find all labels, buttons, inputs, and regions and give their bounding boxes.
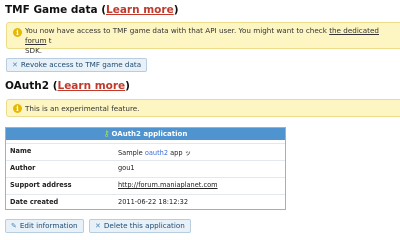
row-label: Author [10, 164, 36, 172]
revoke-button-label: Revoke access to TMF game data [20, 60, 142, 69]
oauth-title-text: OAuth2 ( [5, 80, 58, 92]
app-row-author: Author gou1 [6, 160, 285, 175]
app-row-date-created: Date created 2011-06-22 18:12:32 [6, 194, 285, 209]
panel-header-title: OAuth2 application [111, 130, 188, 138]
row-label: Date created [10, 198, 59, 206]
delete-button-label: Delete this application [103, 221, 185, 230]
panel-header: ⚷ OAuth2 application [6, 128, 285, 140]
row-value: http://forum.maniaplanet.com [118, 181, 218, 189]
oauth-section-title: OAuth2 (Learn more) [5, 80, 130, 92]
pencil-icon: ✎ [11, 222, 17, 230]
tmf-learn-more-link[interactable]: Learn more [106, 4, 174, 16]
row-value: 2011-06-22 18:12:32 [118, 198, 189, 206]
tmf-notice-text-line2: SDK. [25, 46, 43, 55]
app-row-support-address: Support address http://forum.maniaplanet… [6, 177, 285, 192]
oauth-notice: i This is an experimental feature. [6, 99, 400, 117]
tmf-title-text: TMF Game data ( [5, 4, 107, 16]
close-icon: ✕ [95, 222, 101, 230]
name-suffix: app ッ [168, 149, 192, 157]
row-label: Name [10, 147, 32, 155]
tmf-title-close: ) [173, 4, 179, 16]
key-icon: ⚷ [103, 129, 110, 138]
edit-button-label: Edit information [19, 221, 78, 230]
tmf-notice-text: You now have access to TMF game data wit… [25, 26, 398, 56]
info-icon: i [13, 104, 22, 113]
tmf-section-title: TMF Game data (Learn more) [5, 4, 179, 16]
name-prefix: Sample [118, 149, 145, 157]
oauth-title-close: ) [125, 80, 130, 92]
row-value: gou1 [118, 164, 135, 172]
revoke-tmf-access-button[interactable]: ✕ Revoke access to TMF game data [6, 58, 148, 72]
row-label: Support address [10, 181, 72, 189]
name-highlight: oauth2 [144, 149, 169, 157]
info-icon: i [13, 28, 22, 37]
oauth-notice-text: This is an experimental feature. [25, 104, 140, 113]
tmf-notice: i You now have access to TMF game data w… [6, 22, 400, 55]
support-address-link[interactable]: http://forum.maniaplanet.com [118, 181, 218, 189]
delete-application-button[interactable]: ✕ Delete this application [89, 219, 191, 233]
oauth-application-panel: ⚷ OAuth2 application Name Sample oauth2 a… [5, 127, 286, 210]
app-row-name: Name Sample oauth2 app ッ [6, 143, 285, 158]
tmf-notice-text-2: t [46, 36, 52, 45]
edit-information-button[interactable]: ✎ Edit information [5, 219, 84, 233]
tmf-notice-text-1: You now have access to TMF game data wit… [25, 26, 330, 35]
close-icon: ✕ [12, 61, 18, 69]
oauth-learn-more-link[interactable]: Learn more [58, 80, 126, 92]
row-value: Sample oauth2 app ッ [118, 147, 191, 157]
